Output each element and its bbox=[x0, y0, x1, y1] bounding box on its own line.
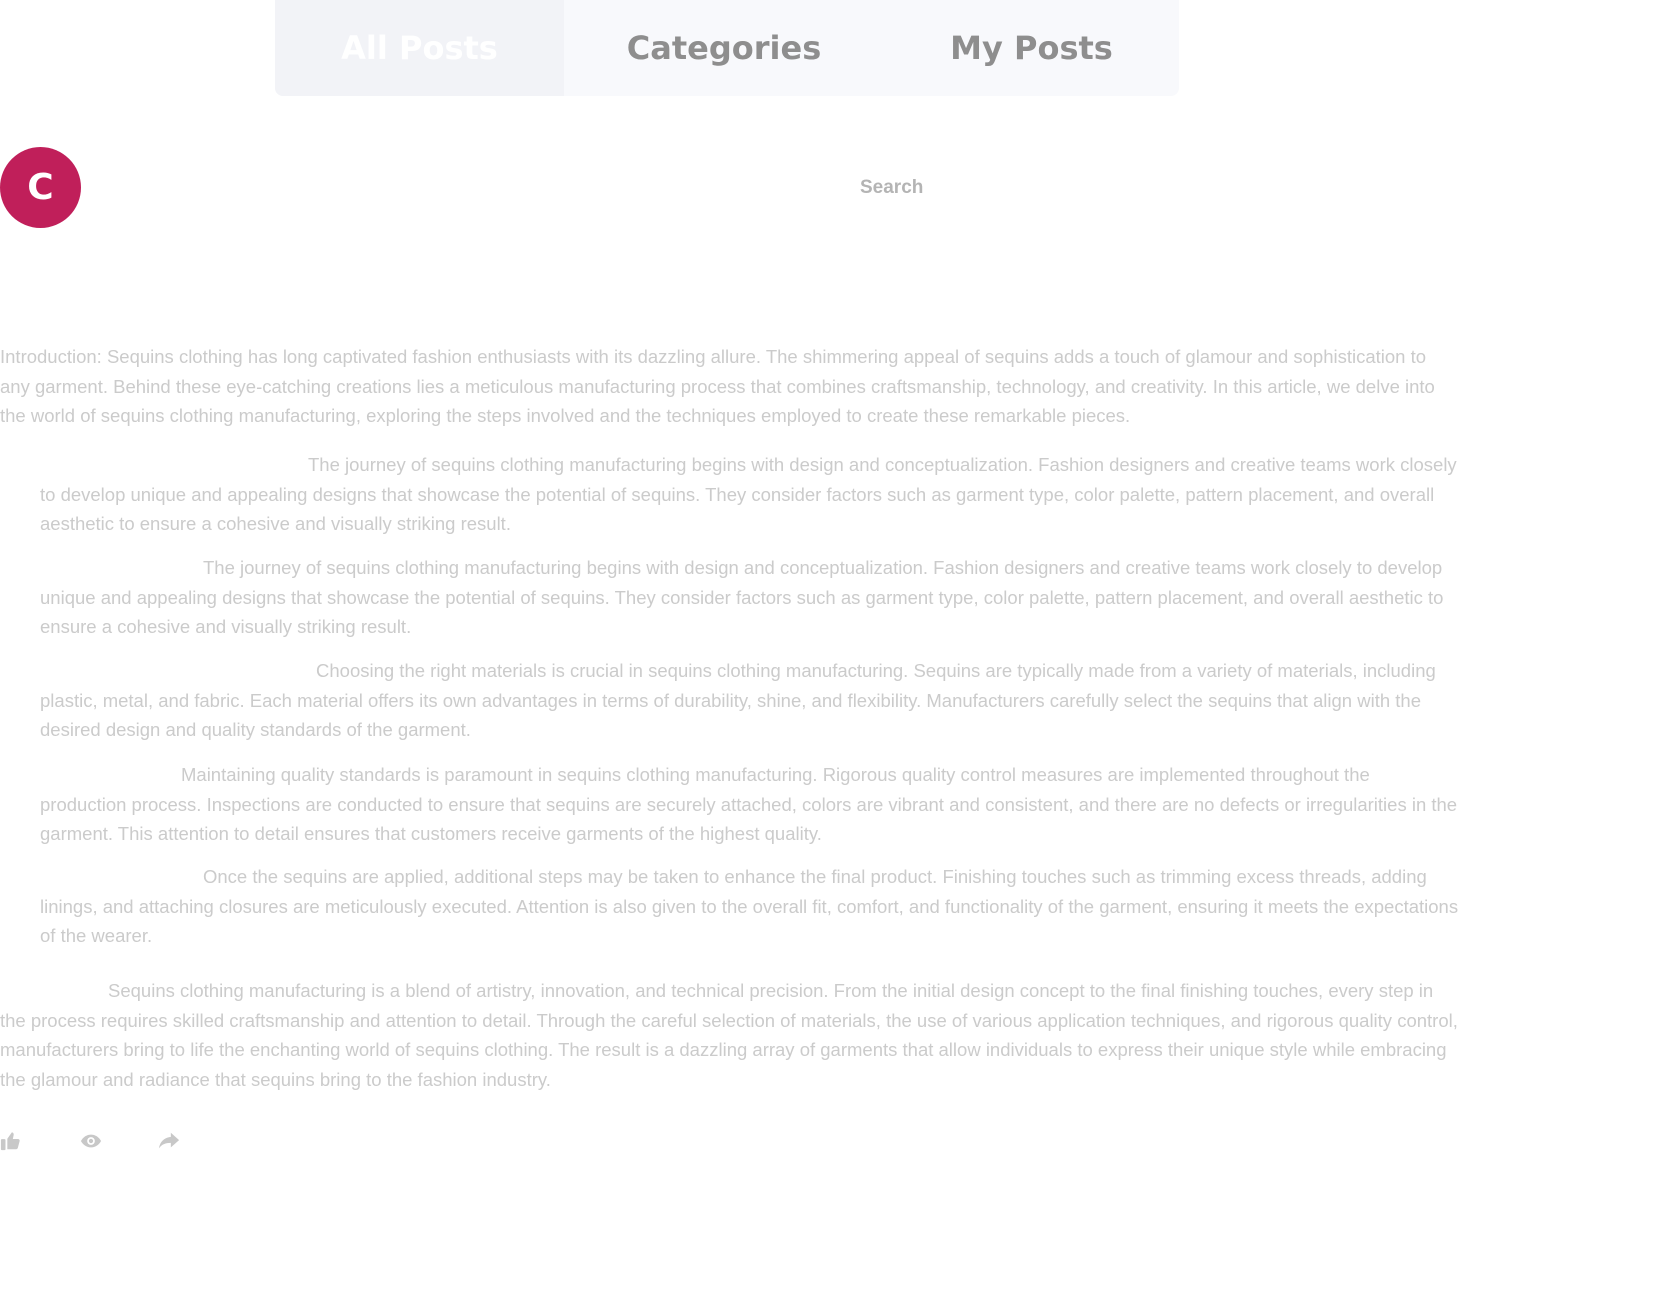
tab-categories[interactable]: Categories bbox=[564, 0, 884, 96]
tab-my-posts[interactable]: My Posts bbox=[884, 0, 1179, 96]
post-tabs: All Posts Categories My Posts bbox=[275, 0, 1179, 96]
post-section: The journey of sequins clothing manufact… bbox=[40, 557, 1444, 637]
post-section: Once the sequins are applied, additional… bbox=[40, 866, 1459, 946]
post-conclusion: Sequins clothing manufacturing is a blen… bbox=[0, 980, 1458, 1090]
post-section: Maintaining quality standards is paramou… bbox=[40, 764, 1458, 844]
post-intro: Introduction: Sequins clothing has long … bbox=[0, 346, 1435, 426]
thumbs-up-icon[interactable] bbox=[0, 1130, 22, 1152]
post-section: Choosing the right materials is crucial … bbox=[40, 660, 1436, 740]
eye-icon[interactable] bbox=[80, 1130, 102, 1152]
avatar[interactable]: C bbox=[0, 147, 81, 228]
tab-all-posts[interactable]: All Posts bbox=[275, 0, 564, 96]
avatar-initial: C bbox=[27, 167, 54, 208]
share-arrow-icon[interactable] bbox=[158, 1130, 180, 1152]
post-actions bbox=[0, 1130, 180, 1152]
search-input[interactable] bbox=[800, 170, 980, 206]
post-section: The journey of sequins clothing manufact… bbox=[40, 454, 1457, 534]
